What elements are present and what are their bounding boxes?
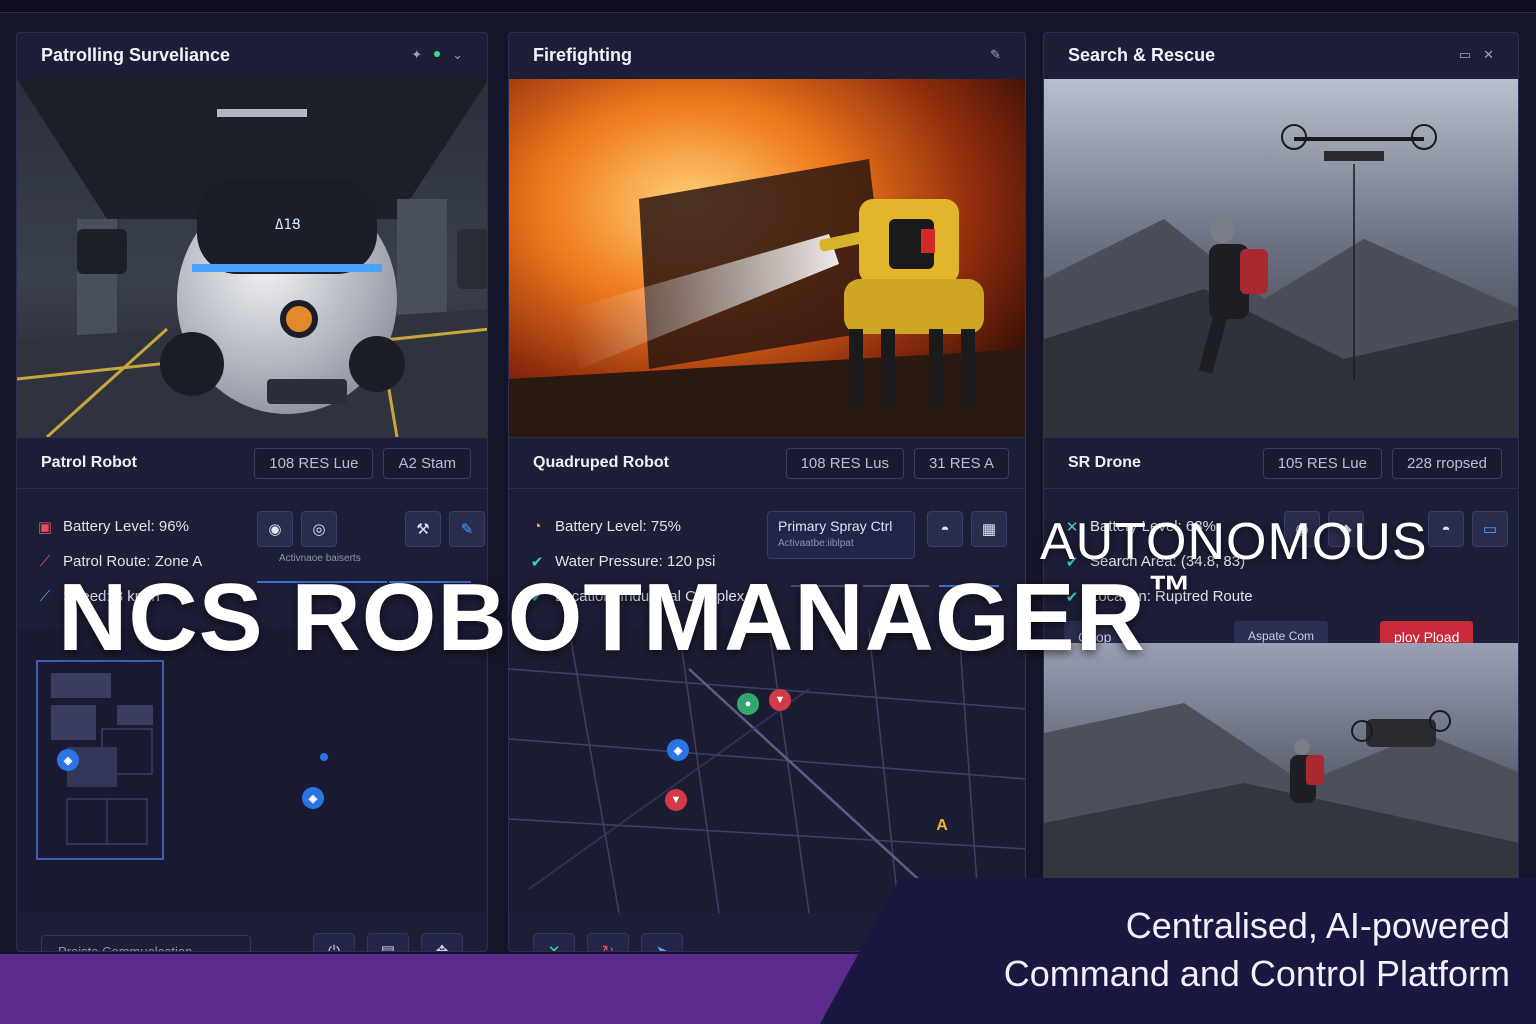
unit-marker-icon[interactable]: ●: [737, 693, 759, 715]
pin-icon[interactable]: ✦: [411, 47, 422, 63]
robot-info-bar: Quadruped Robot 108 RES Lus 31 RES A: [509, 437, 1025, 489]
hero-title: NCS ROBOTMANAGER™: [58, 570, 1193, 666]
control-label: Activnaoe baiserts: [279, 553, 361, 564]
status-pill[interactable]: 31 RES A: [913, 447, 1009, 479]
control-label: Activaatbe:iiblpat: [778, 538, 854, 549]
speed-icon: ⟋: [39, 588, 51, 605]
spray-control-title: Primary Spray Ctrl: [778, 518, 893, 534]
edit-icon[interactable]: ✎: [990, 47, 1001, 63]
status-pill[interactable]: 108 RES Lue: [254, 447, 374, 479]
stat-text: Battery Level: 96%: [63, 518, 189, 535]
control-cluster: ◓ ▭: [1428, 511, 1508, 547]
tagline-line-1: Centralised, AI-powered: [1125, 905, 1510, 946]
route-icon: ⟋: [39, 553, 51, 570]
robot-info-bar: Patrol Robot 108 RES Lue A2 Stam: [17, 437, 487, 489]
control-cluster: ◓ ▦: [927, 511, 1007, 547]
hero-subtitle: AUTONOMOUS: [1040, 513, 1428, 571]
trademark-mark: ™: [1147, 567, 1193, 616]
robot-name: SR Drone: [1068, 454, 1141, 471]
camera-icon[interactable]: ◓: [1428, 511, 1464, 547]
robot-marker-icon[interactable]: ◈: [667, 739, 689, 761]
brush-icon[interactable]: ✎: [449, 511, 485, 547]
robot-name: Patrol Robot: [41, 454, 137, 471]
hero-title-text: NCS ROBOTMANAGER: [58, 564, 1146, 671]
control-cluster: ⚒ ✎: [405, 511, 485, 547]
city-map: ● ▼ ◈ ▼ A: [509, 629, 1025, 913]
save-icon[interactable]: ▦: [971, 511, 1007, 547]
status-dot-icon: [434, 51, 441, 57]
panel-header: Patrolling Surveliance ✦ ⌄: [17, 33, 487, 77]
tagline-line-2: Command and Control Platform: [1003, 953, 1510, 994]
rescue-camera-feed: [1044, 79, 1518, 437]
panel-title: Firefighting: [533, 44, 632, 65]
waypoint-icon: [320, 753, 328, 761]
monitor-icon[interactable]: ▭: [1472, 511, 1508, 547]
panel-title: Search & Rescue: [1068, 44, 1216, 65]
stat-row: ▣ Battery Level: 96%: [37, 509, 467, 544]
firefighting-camera-feed: [509, 79, 1025, 437]
close-icon[interactable]: ✕: [1483, 47, 1494, 63]
toggle-icon[interactable]: ◉: [257, 511, 293, 547]
camera-icon[interactable]: ◎: [301, 511, 337, 547]
top-bar: [0, 0, 1536, 13]
panel-header: Firefighting ✎: [509, 33, 1025, 77]
tool-icon[interactable]: ⚒: [405, 511, 441, 547]
camera-icon[interactable]: ◓: [927, 511, 963, 547]
panel-patrolling: Patrolling Surveliance ✦ ⌄ Δ1Ց Patrol Ro…: [16, 32, 488, 952]
window-icon[interactable]: ▭: [1459, 47, 1471, 63]
battery-icon: ▣: [37, 518, 53, 536]
tagline: Centralised, AI-powered Command and Cont…: [1004, 902, 1510, 998]
status-pill[interactable]: 228 rropsed: [1391, 447, 1502, 479]
panel-search-rescue: Search & Rescue ▭ ✕ SR Drone 105 RES Lue…: [1043, 32, 1519, 952]
panel-firefighting: Firefighting ✎ Quadruped Robot 108 RES L…: [508, 32, 1026, 952]
panel-title: Patrolling Surveliance: [41, 44, 231, 65]
status-pill[interactable]: A2 Stam: [383, 447, 471, 479]
patrol-camera-feed: Δ1Ց: [17, 79, 487, 437]
status-pill[interactable]: 105 RES Lue: [1262, 447, 1382, 479]
status-pill[interactable]: 108 RES Lus: [785, 447, 904, 479]
panel-header: Search & Rescue ▭ ✕: [1044, 33, 1518, 77]
zone-marker[interactable]: A: [931, 815, 953, 837]
floor-plan-map: ◈ ◈: [17, 629, 487, 913]
robot-marker-icon[interactable]: ◈: [57, 749, 79, 771]
battery-icon: ◔: [532, 518, 542, 535]
robot-marker-icon[interactable]: ◈: [302, 787, 324, 809]
fire-marker-icon[interactable]: ▼: [665, 789, 687, 811]
chevron-down-icon[interactable]: ⌄: [452, 47, 463, 63]
spray-control-box[interactable]: Primary Spray Ctrl Activaatbe:iiblpat: [767, 511, 915, 559]
robot-info-bar: SR Drone 105 RES Lue 228 rropsed: [1044, 437, 1518, 489]
robot-display-text: Δ1Ց: [275, 217, 300, 233]
robot-name: Quadruped Robot: [533, 454, 669, 471]
stat-text: Battery Level: 75%: [555, 518, 681, 535]
control-cluster: ◉ ◎: [257, 511, 337, 547]
fire-marker-icon[interactable]: ▼: [769, 689, 791, 711]
